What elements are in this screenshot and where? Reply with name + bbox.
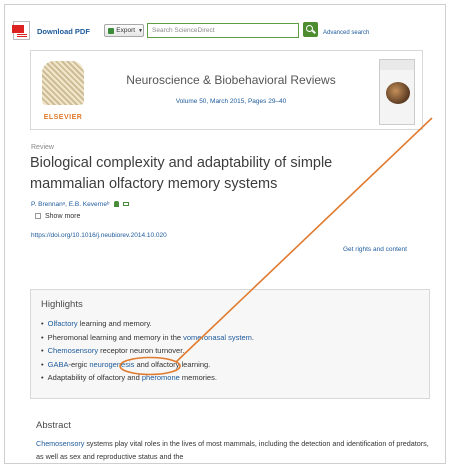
cover-band [380, 60, 414, 70]
journal-title[interactable]: Neuroscience & Biobehavioral Reviews [101, 73, 361, 87]
vomeronasal-link[interactable]: vomeronasal system [183, 333, 252, 342]
olfactory-link[interactable]: Olfactory [48, 319, 78, 328]
highlights-box: Highlights Olfactory learning and memory… [30, 289, 430, 399]
journal-volume[interactable]: Volume 50, March 2015, Pages 29–40 [101, 98, 361, 105]
doi-link[interactable]: https://doi.org/10.1016/j.neubiorev.2014… [31, 232, 167, 239]
search-button[interactable] [303, 22, 318, 37]
rights-link[interactable]: Get rights and content [343, 246, 407, 253]
article-type: Review [31, 144, 54, 151]
advanced-search-link[interactable]: Advanced search [323, 30, 369, 36]
highlight-text: Pheromonal learning and memory in the [47, 332, 184, 342]
toolbar: Download PDF Export ▼ Search ScienceDire… [5, 5, 445, 49]
export-label: Export [116, 27, 136, 34]
gaba-link[interactable]: GABA [48, 360, 69, 369]
person-icon [114, 201, 120, 207]
chevron-down-icon: ▼ [138, 27, 143, 34]
pheromone-link[interactable]: pheromone [142, 373, 180, 382]
journal-cover-image[interactable] [379, 59, 415, 125]
list-item: Olfactory learning and memory. [41, 317, 254, 331]
highlight-text: memories. [179, 373, 217, 382]
author-names[interactable]: P. Brennanᵃ, E.B. Keverneᵇ [31, 201, 109, 208]
pdf-icon[interactable] [12, 21, 30, 40]
download-pdf-link[interactable]: Download PDF [37, 27, 90, 36]
neurogenesis-link[interactable]: neurogenesis [89, 360, 134, 369]
cover-brain-image [386, 82, 410, 104]
abstract-title: Abstract [36, 420, 71, 431]
mail-icon[interactable] [123, 202, 130, 206]
authors: P. Brennanᵃ, E.B. Keverneᵇ [31, 201, 130, 208]
highlight-text: Adaptability of olfactory and [47, 373, 142, 382]
export-icon [108, 27, 115, 34]
list-item: Pheromonal learning and memory in the vo… [41, 331, 254, 345]
journal-header: ELSEVIER Neuroscience & Biobehavioral Re… [30, 50, 423, 130]
search-input[interactable]: Search ScienceDirect [147, 23, 299, 38]
export-button[interactable]: Export ▼ [104, 24, 144, 37]
list-item: Chemosensory receptor neuron turnover. [41, 344, 254, 358]
logo-text: ELSEVIER [43, 114, 83, 121]
highlights-list: Olfactory learning and memory. Pheromona… [41, 317, 254, 385]
list-item: Adaptability of olfactory and pheromone … [41, 371, 254, 385]
article-page: Download PDF Export ▼ Search ScienceDire… [4, 4, 446, 464]
abstract-body: systems play vital roles in the lives of… [36, 439, 429, 461]
highlights-title: Highlights [41, 299, 83, 310]
plus-icon [35, 213, 41, 219]
chemosensory-abstract-link[interactable]: Chemosensory [36, 439, 84, 448]
highlight-text: learning and memory. [77, 319, 152, 328]
article-title: Biological complexity and adaptability o… [30, 155, 333, 192]
highlight-text: receptor neuron turnover. [98, 346, 185, 355]
highlight-text: -ergic [68, 359, 90, 369]
highlight-text: and olfactory learning. [134, 359, 211, 369]
chemosensory-link[interactable]: Chemosensory [48, 346, 98, 355]
logo-tree-icon [42, 61, 84, 105]
abstract-text: Chemosensory systems play vital roles in… [36, 437, 434, 463]
show-more-label: Show more [45, 213, 81, 220]
show-more-toggle[interactable]: Show more [35, 213, 80, 220]
elsevier-logo[interactable]: ELSEVIER [39, 61, 87, 121]
list-item: GABA-ergic neurogenesis and olfactory le… [41, 358, 254, 372]
highlight-text: . [251, 332, 255, 342]
